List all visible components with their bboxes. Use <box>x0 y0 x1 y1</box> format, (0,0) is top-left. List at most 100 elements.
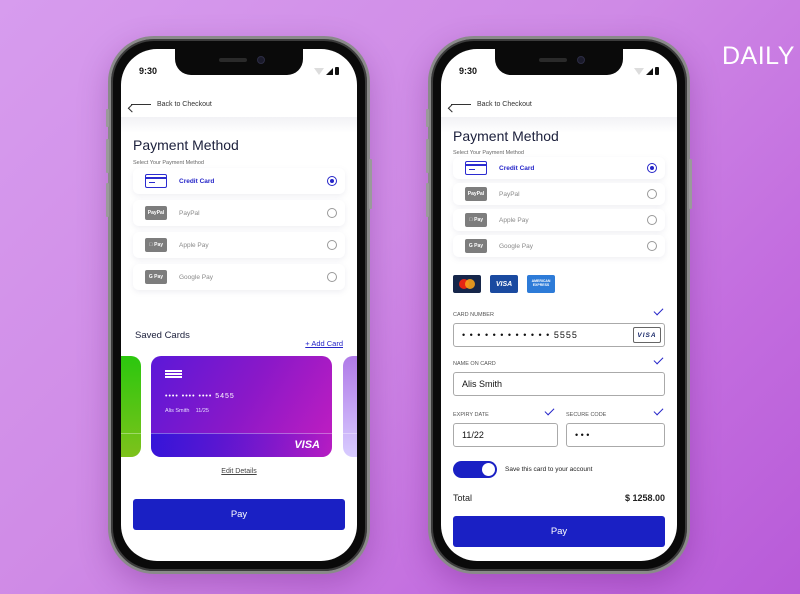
notch <box>495 49 623 75</box>
back-to-checkout-link[interactable]: Back to Checkout <box>121 91 357 117</box>
battery-icon <box>335 67 339 75</box>
check-icon <box>653 405 664 416</box>
mute-switch <box>426 109 429 127</box>
notch <box>175 49 303 75</box>
phone-saved-cards: 9:30 Back to Checkout Payment Method Sel… <box>106 36 372 574</box>
credit-card-icon <box>145 174 167 188</box>
name-on-card-label: NAME ON CARD <box>453 361 496 367</box>
expiry-date-label: EXPIRY DATE <box>453 412 489 418</box>
saved-card-next[interactable] <box>343 356 357 457</box>
mastercard-icon <box>453 275 481 293</box>
save-card-toggle[interactable] <box>453 461 497 478</box>
apple-pay-icon:  Pay <box>465 213 487 227</box>
apple-pay-icon:  Pay <box>145 238 167 252</box>
method-paypal[interactable]: PayPal PayPal <box>133 200 345 226</box>
paypal-icon: PayPal <box>465 187 487 201</box>
signal-icon <box>646 68 653 75</box>
back-label: Back to Checkout <box>477 100 532 108</box>
secure-code-label: SECURE CODE <box>566 412 607 418</box>
check-icon <box>544 405 555 416</box>
method-label: Credit Card <box>179 177 215 185</box>
amex-icon: AMERICAN EXPRESS <box>527 275 555 293</box>
add-card-link[interactable]: + Add Card <box>305 339 343 348</box>
total-label: Total <box>453 493 473 503</box>
back-label: Back to Checkout <box>157 100 212 108</box>
volume-down-button <box>426 183 429 217</box>
credit-card-icon <box>465 161 487 175</box>
screen: 9:30 Back to Checkout Payment Method Sel… <box>441 49 677 561</box>
method-credit-card[interactable]: Credit Card <box>453 157 665 179</box>
accepted-card-brands: VISA AMERICAN EXPRESS <box>453 275 555 293</box>
method-paypal[interactable]: PayPal PayPal <box>453 183 665 205</box>
visa-icon: VISA <box>490 275 518 293</box>
phone-card-form: 9:30 Back to Checkout Payment Method Sel… <box>426 36 692 574</box>
card-chip-icon <box>165 370 182 381</box>
method-apple-pay[interactable]:  Pay Apple Pay <box>453 209 665 231</box>
radio[interactable] <box>327 240 337 250</box>
page-title: Payment Method <box>133 137 239 153</box>
radio[interactable] <box>647 215 657 225</box>
radio-selected[interactable] <box>647 163 657 173</box>
name-on-card-input[interactable]: Alis Smith <box>453 372 665 396</box>
method-google-pay[interactable]: G Pay Google Pay <box>133 264 345 290</box>
page-subtitle: Select Your Payment Method <box>453 150 524 156</box>
battery-icon <box>655 67 659 75</box>
saved-cards-title: Saved Cards <box>135 330 190 341</box>
volume-up-button <box>426 139 429 173</box>
check-icon <box>653 354 664 365</box>
radio[interactable] <box>327 208 337 218</box>
radio-selected[interactable] <box>327 176 337 186</box>
check-icon <box>653 305 664 316</box>
signal-icon <box>326 68 333 75</box>
page-subtitle: Select Your Payment Method <box>133 160 204 166</box>
card-number: •••• •••• •••• 5455 <box>165 393 235 400</box>
visa-logo: VISA <box>294 439 320 451</box>
radio[interactable] <box>647 241 657 251</box>
status-icons <box>634 66 659 75</box>
mute-switch <box>106 109 109 127</box>
method-apple-pay[interactable]:  Pay Apple Pay <box>133 232 345 258</box>
back-to-checkout-link[interactable]: Back to Checkout <box>441 91 677 117</box>
total-value: $ 1258.00 <box>624 493 665 503</box>
card-holder: Alis Smith 11/25 <box>165 408 209 414</box>
card-number-input[interactable]: • • • • • • • • • • • • 5555 VISA <box>453 323 665 347</box>
edit-details-link[interactable]: Edit Details <box>121 468 357 475</box>
status-icons <box>314 66 339 75</box>
volume-up-button <box>106 139 109 173</box>
expiry-date-input[interactable]: 11/22 <box>453 423 558 447</box>
payment-methods-list: Credit Card PayPal PayPal  Pay Apple Pa… <box>133 168 345 296</box>
pay-button[interactable]: Pay <box>133 499 345 530</box>
screen: 9:30 Back to Checkout Payment Method Sel… <box>121 49 357 561</box>
method-label: Google Pay <box>179 273 213 281</box>
saved-card-current[interactable]: •••• •••• •••• 5455 Alis Smith 11/25 VIS… <box>151 356 332 457</box>
saved-card-previous[interactable] <box>121 356 141 457</box>
arrow-left-icon <box>131 103 151 105</box>
page-title: Payment Method <box>453 128 559 144</box>
method-label: PayPal <box>499 190 520 198</box>
save-card-label: Save this card to your account <box>505 466 593 473</box>
visa-badge-icon: VISA <box>633 327 661 343</box>
method-google-pay[interactable]: G Pay Google Pay <box>453 235 665 257</box>
arrow-left-icon <box>451 103 471 105</box>
method-label: Apple Pay <box>499 216 529 224</box>
payment-methods-list: Credit Card PayPal PayPal  Pay Apple Pa… <box>453 157 665 261</box>
google-pay-icon: G Pay <box>145 270 167 284</box>
power-button <box>689 159 692 209</box>
radio[interactable] <box>647 189 657 199</box>
radio[interactable] <box>327 272 337 282</box>
volume-down-button <box>106 183 109 217</box>
wifi-icon <box>314 68 324 75</box>
pay-button[interactable]: Pay <box>453 516 665 547</box>
method-credit-card[interactable]: Credit Card <box>133 168 345 194</box>
method-label: Apple Pay <box>179 241 209 249</box>
method-label: Google Pay <box>499 242 533 250</box>
card-number-label: CARD NUMBER <box>453 312 494 318</box>
power-button <box>369 159 372 209</box>
wifi-icon <box>634 68 644 75</box>
secure-code-input[interactable]: • • • <box>566 423 665 447</box>
method-label: Credit Card <box>499 164 535 172</box>
status-time: 9:30 <box>459 66 478 76</box>
status-time: 9:30 <box>139 66 158 76</box>
brand-label: DAILY <box>722 42 795 70</box>
paypal-icon: PayPal <box>145 206 167 220</box>
